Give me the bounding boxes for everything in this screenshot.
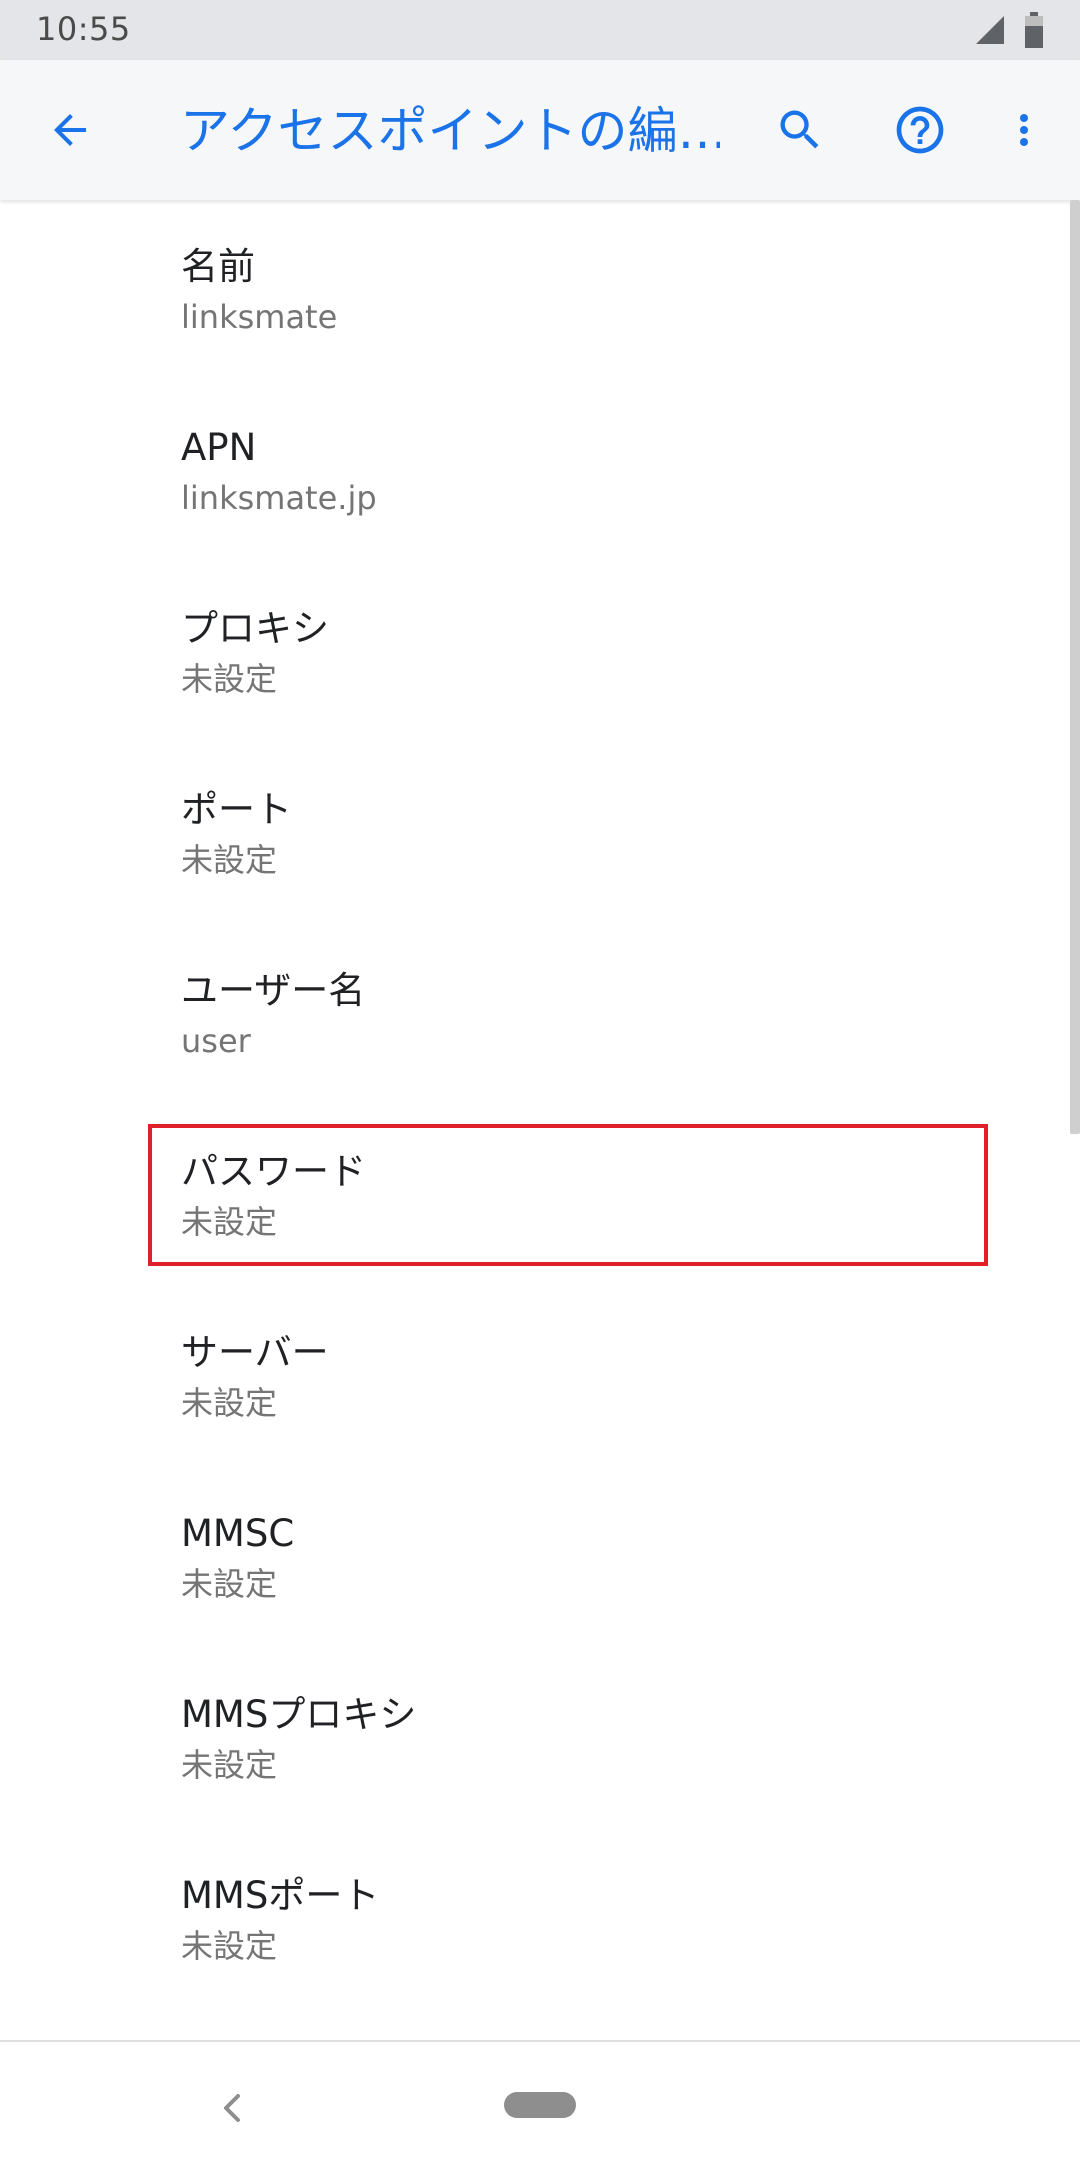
setting-value: 未設定 — [181, 1203, 278, 1241]
setting-title: MMSポート — [181, 1874, 380, 1917]
setting-name[interactable]: 名前 linksmate — [0, 200, 1080, 381]
navigation-bar — [0, 2042, 1080, 2160]
setting-value: 未設定 — [181, 1384, 278, 1422]
setting-server[interactable]: サーバー 未設定 — [0, 1286, 1080, 1467]
setting-value: linksmate — [181, 298, 338, 336]
setting-title: ユーザー名 — [181, 969, 366, 1012]
page-title: アクセスポイントの編… — [180, 102, 720, 160]
help-circle-icon — [896, 106, 944, 154]
setting-title: ポート — [181, 788, 292, 831]
setting-title: APN — [181, 426, 257, 469]
setting-username[interactable]: ユーザー名 user — [0, 924, 1080, 1105]
status-time: 10:55 — [36, 10, 131, 48]
back-button[interactable] — [22, 82, 118, 178]
setting-title: サーバー — [181, 1331, 329, 1374]
setting-value: 未設定 — [181, 1565, 278, 1603]
battery-icon — [1025, 12, 1043, 48]
app-bar: アクセスポイントの編… — [0, 60, 1080, 200]
setting-value: linksmate.jp — [181, 479, 377, 517]
scrollbar[interactable] — [1070, 200, 1080, 1134]
home-pill-icon[interactable] — [504, 2092, 576, 2118]
search-icon — [780, 110, 819, 149]
setting-port[interactable]: ポート 未設定 — [0, 743, 1080, 924]
search-button[interactable] — [752, 82, 848, 178]
setting-title: 名前 — [181, 245, 255, 288]
setting-title: パスワード — [181, 1150, 366, 1193]
help-button[interactable] — [872, 82, 968, 178]
setting-mms-proxy[interactable]: MMSプロキシ 未設定 — [0, 1648, 1080, 1829]
apn-settings-list: 名前 linksmate APN linksmate.jp プロキシ 未設定 ポ… — [0, 200, 1080, 2010]
more-options-button[interactable] — [976, 82, 1072, 178]
setting-title: プロキシ — [181, 607, 329, 650]
signal-icon — [976, 16, 1004, 44]
nav-back-icon — [224, 2094, 240, 2122]
setting-value: 未設定 — [181, 660, 278, 698]
status-bar: 10:55 — [0, 0, 1080, 60]
setting-value: user — [181, 1022, 251, 1060]
nav-back-button[interactable] — [200, 2076, 264, 2140]
more-vertical-icon — [1020, 114, 1028, 146]
setting-title: MMSC — [181, 1512, 295, 1555]
setting-apn[interactable]: APN linksmate.jp — [0, 381, 1080, 562]
setting-title: MMSプロキシ — [181, 1693, 417, 1736]
setting-mms-port[interactable]: MMSポート 未設定 — [0, 1829, 1080, 2010]
setting-value: 未設定 — [181, 1746, 278, 1784]
setting-password[interactable]: パスワード 未設定 — [0, 1105, 1080, 1286]
arrow-left-icon — [54, 114, 86, 146]
setting-value: 未設定 — [181, 1927, 278, 1965]
setting-value: 未設定 — [181, 841, 278, 879]
screen: 10:55 アクセスポイントの編… 名前 linksmate APN links… — [0, 0, 1080, 2160]
setting-proxy[interactable]: プロキシ 未設定 — [0, 562, 1080, 743]
setting-mmsc[interactable]: MMSC 未設定 — [0, 1467, 1080, 1648]
